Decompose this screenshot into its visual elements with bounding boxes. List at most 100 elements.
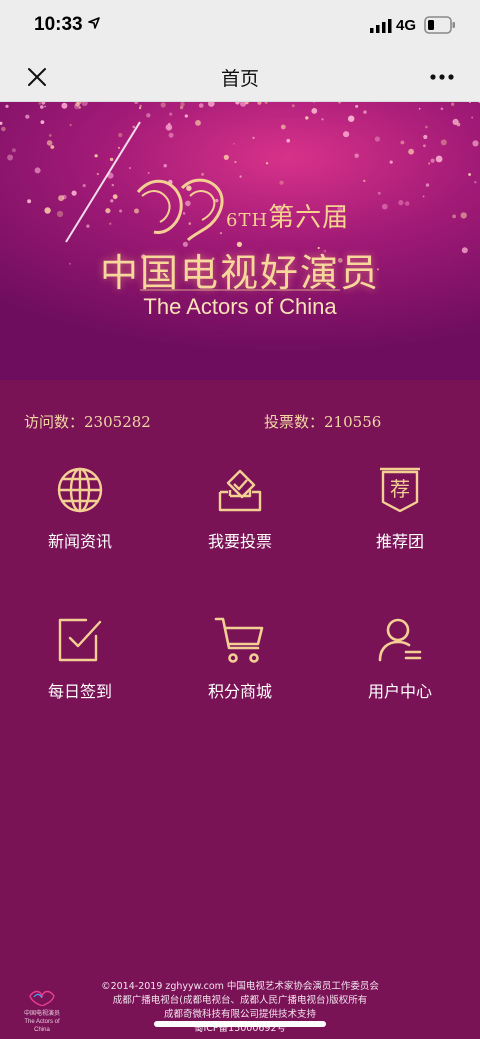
sparkle-dot <box>160 102 166 108</box>
sparkle-dot <box>435 155 443 163</box>
sparkle-dot <box>264 102 268 104</box>
sparkle-dot <box>252 136 255 139</box>
sparkle-dot <box>71 190 77 196</box>
sparkle-dot <box>129 167 131 169</box>
network-type: 4G <box>396 17 417 34</box>
sparkle-dot <box>440 139 447 146</box>
status-time: 10:33 <box>34 14 83 35</box>
sparkle-dot <box>180 102 185 107</box>
menu-item-user-center[interactable]: 用户中心 <box>320 616 480 736</box>
recommend-badge-char: 荐 <box>390 477 410 501</box>
sparkle-dot <box>62 194 67 200</box>
globe-icon <box>57 467 103 513</box>
menu-item-news[interactable]: 新闻资讯 <box>0 466 160 586</box>
visit-count-label: 访问数： <box>24 413 85 431</box>
sparkle-dot <box>460 212 467 219</box>
sparkle-dot <box>134 102 139 104</box>
menu-item-recommend[interactable]: 荐 推荐团 <box>320 466 480 586</box>
sparkle-dot <box>234 160 237 164</box>
sparkle-dot <box>208 102 215 107</box>
sparkle-dot <box>94 154 98 158</box>
sparkle-dot <box>138 106 142 110</box>
sparkle-dot <box>408 148 414 155</box>
sparkle-dot <box>34 167 41 174</box>
sparkle-dot <box>451 102 455 106</box>
banner-edition: 6TH第六届 <box>226 197 349 234</box>
sparkle-dot <box>291 104 295 108</box>
sparkle-dot <box>233 143 235 145</box>
sparkle-dot <box>363 110 367 114</box>
sparkle-dot <box>40 105 44 109</box>
sparkle-dot <box>179 105 184 110</box>
sparkle-dot <box>418 108 421 110</box>
sparkle-dot <box>168 132 174 138</box>
ballot-box-icon <box>218 469 262 512</box>
sparkle-dot <box>423 134 428 140</box>
sparkle-dot <box>311 108 318 114</box>
sparkle-dot <box>109 222 112 225</box>
sparkle-dot <box>422 195 425 198</box>
sparkle-dot <box>381 203 388 210</box>
sparkle-dot <box>61 102 68 109</box>
sparkle-dot <box>305 116 309 120</box>
sparkle-dot <box>389 160 393 164</box>
sparkle-dot <box>374 136 380 142</box>
sparkle-dot <box>48 134 52 137</box>
banner-subtitle: The Actors of China <box>143 294 337 319</box>
sparkle-dot <box>400 140 405 145</box>
footer: ©2014-2019 zghyyw.com 中国电视艺术家协会演员工作委员会 成… <box>0 980 480 1036</box>
sparkle-dot <box>425 183 430 187</box>
sparkle-dot <box>452 118 459 125</box>
nav-bar: 首页 <box>0 52 480 102</box>
menu-item-label: 积分商城 <box>207 682 272 701</box>
sparkle-dot <box>428 162 431 165</box>
signal-icon <box>370 19 392 33</box>
sparkle-dot <box>5 104 9 108</box>
sparkle-dot <box>96 172 99 176</box>
sparkle-dot <box>1 126 6 132</box>
more-icon[interactable] <box>430 74 454 80</box>
sparkle-dot <box>195 120 201 126</box>
sparkle-dot <box>25 114 30 119</box>
sparkle-dot <box>474 181 477 184</box>
home-indicator[interactable] <box>154 1021 326 1027</box>
menu-item-vote[interactable]: 我要投票 <box>160 466 320 586</box>
sparkle-dot <box>377 191 381 195</box>
footer-rights: 成都广播电视台(成都电视台、成都人民广播电视台)版权所有 <box>112 995 368 1006</box>
sparkle-dot <box>38 102 42 105</box>
sparkle-dot <box>40 120 45 124</box>
sparkle-dot <box>118 132 123 138</box>
banner-edition-prefix: 6TH <box>226 210 269 231</box>
sparkle-dot <box>440 107 444 111</box>
sparkle-dot <box>313 102 315 103</box>
sparkle-dot <box>146 113 151 118</box>
sparkle-dot <box>139 104 142 107</box>
sparkle-dot <box>279 180 284 185</box>
vote-count-value: 210556 <box>324 413 382 431</box>
sparkle-dot <box>452 214 456 219</box>
sparkle-dot <box>235 102 240 105</box>
menu-item-checkin[interactable]: 每日签到 <box>0 616 160 736</box>
sparkle-dot <box>363 179 366 183</box>
sparkle-dot <box>404 201 410 206</box>
sparkle-dot <box>468 102 471 103</box>
sparkle-dot <box>169 112 173 116</box>
sparkle-dot <box>118 146 120 149</box>
sparkle-dot <box>348 115 355 122</box>
sparkle-dot <box>112 194 118 200</box>
sparkle-dot <box>11 148 16 153</box>
sparkle-dot <box>165 124 173 131</box>
menu-item-points-mall[interactable]: 积分商城 <box>160 616 320 736</box>
vote-count: 投票数：210556 <box>264 411 381 432</box>
visit-count-value: 2305282 <box>84 413 151 431</box>
sparkle-dot <box>50 145 55 149</box>
sparkle-dot <box>239 175 242 178</box>
banner-divider-line <box>140 289 340 291</box>
menu-item-label: 我要投票 <box>207 532 272 551</box>
menu-item-label: 每日签到 <box>47 682 112 701</box>
footer-tech-support: 成都奇微科技有限公司提供技术支持 <box>163 1009 316 1020</box>
sparkle-dot <box>82 184 86 188</box>
sparkle-dot <box>471 116 474 119</box>
user-icon <box>378 618 422 662</box>
light-beam <box>65 121 141 243</box>
